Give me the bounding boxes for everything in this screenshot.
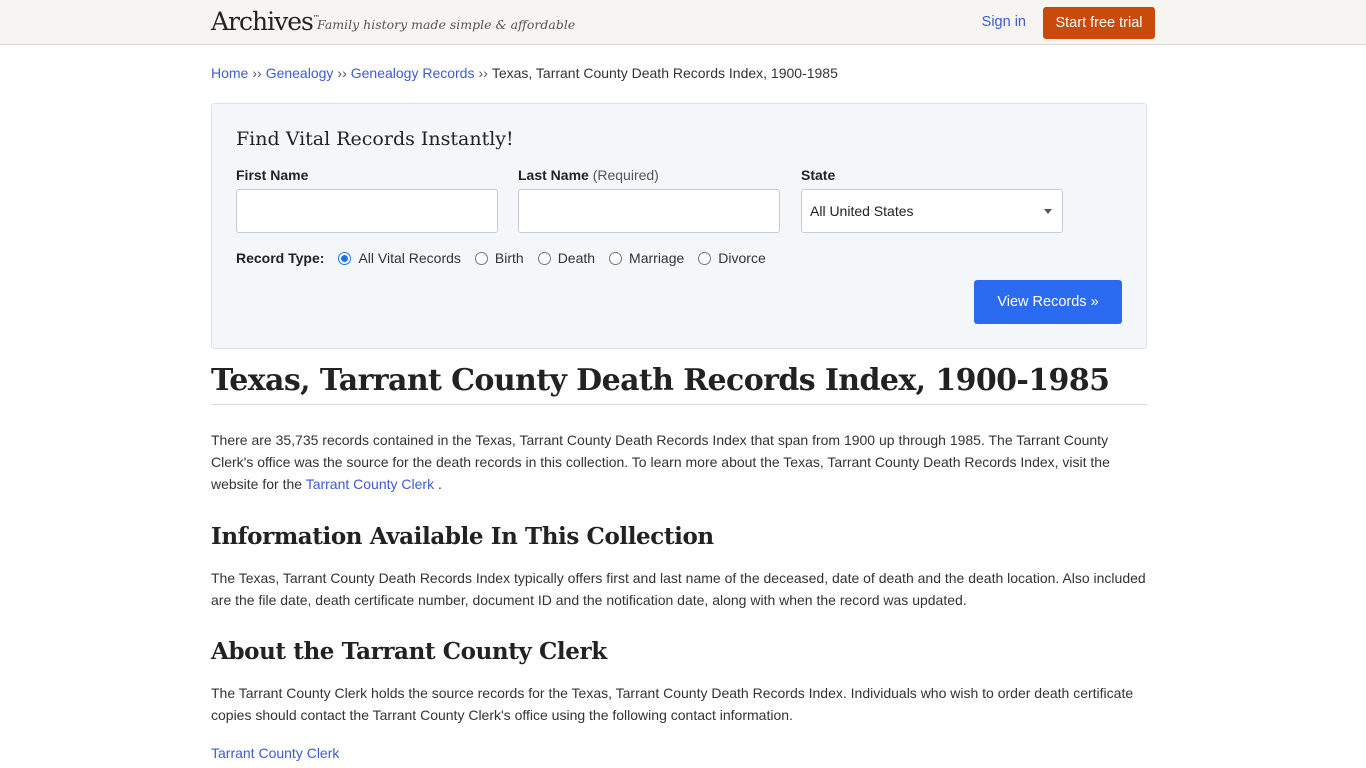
radio-unchecked-icon[interactable]	[474, 251, 488, 265]
radio-unchecked-icon[interactable]	[609, 251, 623, 265]
radio-birth[interactable]: Birth	[474, 250, 524, 266]
intro-text-end: .	[434, 476, 442, 492]
search-form: Find Vital Records Instantly! First Name…	[211, 103, 1147, 349]
required-note: (Required)	[592, 167, 659, 183]
state-selected-value: All United States	[810, 203, 914, 219]
record-type-label: Record Type:	[236, 250, 325, 266]
radio-death[interactable]: Death	[537, 250, 596, 266]
breadcrumb-separator: ››	[252, 65, 262, 81]
record-type-group: Record Type: All Vital Records Birth Dea…	[236, 250, 780, 266]
breadcrumb: Home ›› Genealogy ›› Genealogy Records ›› Texa…	[211, 65, 838, 81]
breadcrumb-genealogy-records[interactable]: Genealogy Records	[351, 65, 475, 81]
breadcrumb-genealogy[interactable]: Genealogy	[266, 65, 334, 81]
first-name-input[interactable]	[236, 189, 498, 233]
start-free-trial-button[interactable]: Start free trial	[1043, 7, 1155, 39]
radio-divorce[interactable]: Divorce	[698, 250, 766, 266]
radio-label: Death	[557, 250, 596, 266]
state-select[interactable]: All United States	[801, 189, 1063, 233]
radio-checked-icon[interactable]	[338, 251, 352, 265]
top-bar: Archives™ Family history made simple & a…	[0, 0, 1366, 45]
logo-text: Archives	[211, 7, 314, 36]
state-label: State	[801, 167, 835, 183]
section-heading-information: Information Available In This Collection	[211, 523, 714, 550]
breadcrumb-separator: ››	[337, 65, 347, 81]
radio-label: All Vital Records	[358, 250, 461, 266]
about-clerk-paragraph: The Tarrant County Clerk holds the sourc…	[211, 685, 1134, 723]
intro-paragraph: There are 35,735 records contained in th…	[211, 429, 1147, 495]
state-label-text: State	[801, 167, 836, 183]
first-name-label: First Name	[236, 167, 308, 183]
view-records-button[interactable]: View Records »	[974, 280, 1122, 324]
tarrant-county-clerk-link[interactable]: Tarrant County Clerk	[211, 745, 339, 761]
information-paragraph: The Texas, Tarrant County Death Records …	[211, 570, 1146, 608]
page-title: Texas, Tarrant County Death Records Inde…	[211, 363, 1147, 405]
first-name-label-text: First Name	[236, 167, 309, 183]
section-heading-about-clerk: About the Tarrant County Clerk	[211, 638, 607, 665]
last-name-input[interactable]	[518, 189, 780, 233]
radio-label: Birth	[494, 250, 524, 266]
radio-unchecked-icon[interactable]	[537, 251, 551, 265]
breadcrumb-separator: ››	[478, 65, 488, 81]
radio-label: Marriage	[629, 250, 685, 266]
radio-unchecked-icon[interactable]	[698, 251, 712, 265]
tarrant-county-clerk-inline-link[interactable]: Tarrant County Clerk	[306, 476, 434, 492]
last-name-label-text: Last Name	[518, 167, 589, 183]
breadcrumb-home[interactable]: Home	[211, 65, 248, 81]
archives-logo[interactable]: Archives™	[211, 9, 320, 34]
caret-down-icon	[1044, 209, 1052, 214]
breadcrumb-current: Texas, Tarrant County Death Records Inde…	[491, 65, 838, 81]
last-name-label: Last Name (Required)	[518, 167, 659, 183]
radio-all-vital-records[interactable]: All Vital Records	[338, 250, 461, 266]
radio-marriage[interactable]: Marriage	[609, 250, 684, 266]
tagline: Family history made simple & affordable	[317, 17, 576, 32]
sign-in-link[interactable]: Sign in	[982, 14, 1026, 30]
search-title: Find Vital Records Instantly!	[236, 128, 514, 150]
radio-label: Divorce	[718, 250, 766, 266]
